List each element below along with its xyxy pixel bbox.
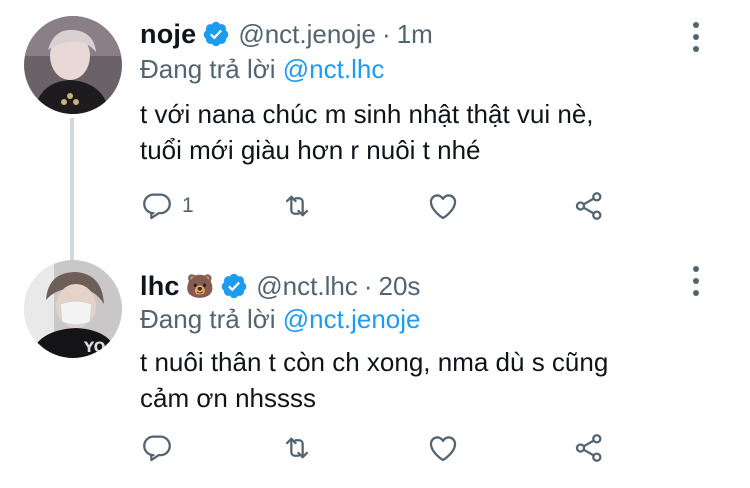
share-button[interactable] (572, 428, 606, 468)
replying-to: Đang trả lời @nct.lhc (140, 54, 384, 85)
tweet-text: t nuôi thân t còn ch xong, nma dù s cũng… (140, 344, 730, 416)
share-icon (575, 192, 602, 220)
retweet-icon (285, 195, 309, 217)
retweet-icon (285, 437, 309, 459)
timestamp[interactable]: 1m (397, 19, 433, 50)
share-button[interactable] (572, 186, 606, 226)
action-bar: 1 (140, 186, 620, 226)
tweet-header: lhc 🐻 @nct.lhc · 20s (140, 266, 420, 306)
more-icon[interactable] (692, 22, 700, 52)
avatar-photo: YO (24, 260, 122, 358)
replying-to-label: Đang trả lời (140, 54, 283, 84)
svg-text:YO: YO (83, 340, 106, 356)
like-button[interactable] (426, 186, 460, 226)
avatar[interactable]: YO (24, 260, 122, 358)
tweet-header: noje @nct.jenoje · 1m (140, 14, 433, 54)
display-name[interactable]: noje (140, 19, 196, 50)
bear-emoji: 🐻 (185, 272, 215, 299)
tweet[interactable]: YO lhc 🐻 @nct.lhc · 20s Đang trả lời @nc… (0, 246, 750, 488)
avatar[interactable] (24, 16, 122, 114)
retweet-button[interactable] (280, 428, 314, 468)
reply-button[interactable]: 1 (140, 186, 194, 226)
verified-badge-icon (220, 272, 248, 300)
separator-dot: · (363, 270, 373, 301)
tweet-text-line: t với nana chúc m sinh nhật thật vui nè, (140, 99, 594, 129)
more-icon[interactable] (692, 266, 700, 296)
tweet-text: t với nana chúc m sinh nhật thật vui nè,… (140, 96, 730, 168)
tweet[interactable]: noje @nct.jenoje · 1m Đang trả lời @nct.… (0, 0, 750, 268)
heart-icon (429, 194, 457, 220)
share-icon (575, 434, 602, 462)
tweet-text-line: t nuôi thân t còn ch xong, nma dù s cũng (140, 347, 609, 377)
avatar-photo (24, 16, 122, 114)
reply-icon (143, 435, 171, 462)
like-button[interactable] (426, 428, 460, 468)
timestamp[interactable]: 20s (378, 271, 420, 302)
separator-dot: · (382, 18, 391, 49)
verified-badge-icon (202, 20, 230, 48)
mention-link[interactable]: @nct.lhc (283, 54, 385, 84)
mention-link[interactable]: @nct.jenoje (283, 304, 421, 334)
replying-to: Đang trả lời @nct.jenoje (140, 304, 420, 335)
display-name[interactable]: lhc (140, 271, 180, 302)
tweet-text-line: cảm ơn nhssss (140, 383, 316, 413)
user-handle[interactable]: @nct.jenoje (238, 19, 376, 50)
replying-to-label: Đang trả lời (140, 304, 283, 334)
reply-button[interactable] (140, 428, 174, 468)
tweet-text-line: tuổi mới giàu hơn r nuôi t nhé (140, 135, 481, 165)
retweet-button[interactable] (280, 186, 314, 226)
reply-icon (143, 193, 171, 220)
heart-icon (429, 436, 457, 462)
user-handle[interactable]: @nct.lhc (256, 271, 358, 302)
action-bar (140, 428, 620, 468)
reply-count: 1 (182, 194, 194, 217)
